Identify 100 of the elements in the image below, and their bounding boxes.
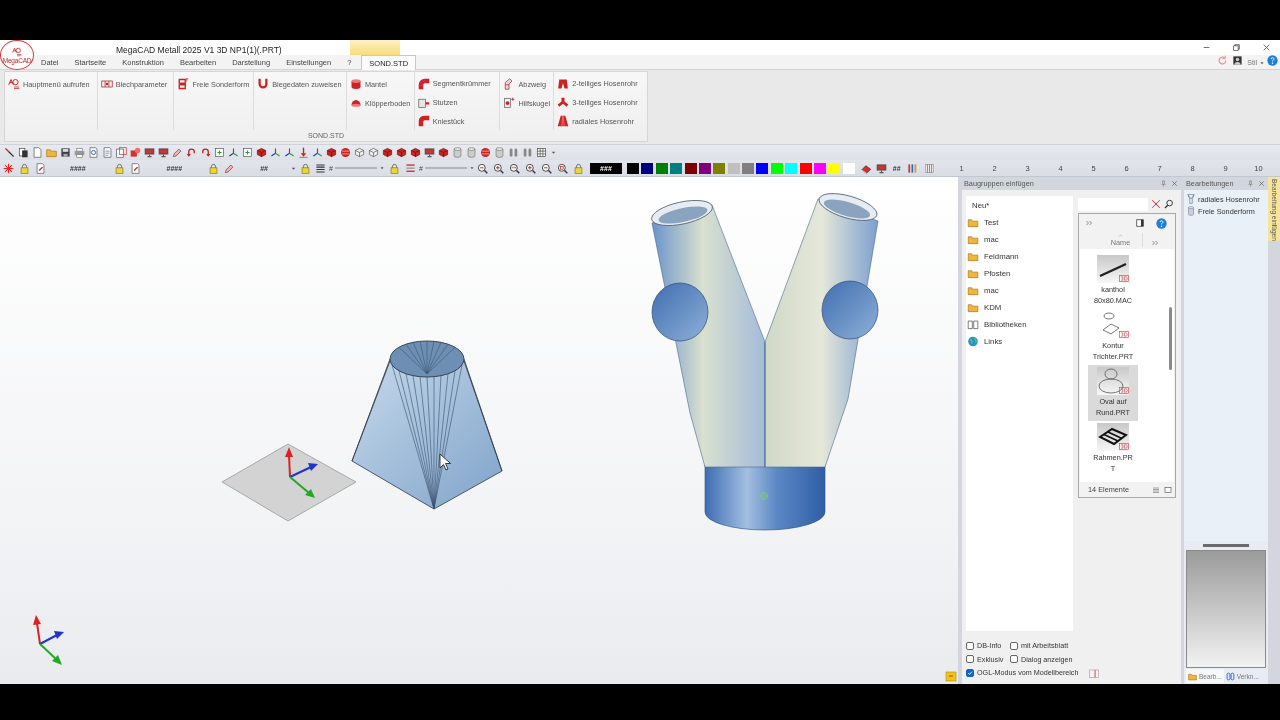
arrow-down-icon[interactable] <box>298 147 309 158</box>
pipe-stub-icon <box>417 96 430 109</box>
search-icon[interactable] <box>1164 199 1174 209</box>
color-swatch[interactable] <box>756 162 769 174</box>
wand-icon[interactable] <box>4 147 15 158</box>
side-panel-icon[interactable] <box>1136 219 1144 227</box>
frame-icon[interactable] <box>214 147 225 158</box>
color-swatch[interactable] <box>742 162 755 174</box>
undo-icon[interactable] <box>186 147 197 158</box>
close-icon[interactable] <box>1258 180 1265 187</box>
zoom-out-icon[interactable] <box>540 162 552 174</box>
solid-cube-icon[interactable] <box>256 147 267 158</box>
solid-cube-icon[interactable] <box>438 147 449 158</box>
zoom-fit-icon[interactable] <box>508 162 520 174</box>
scrollbar-thumb[interactable] <box>1168 307 1172 370</box>
zoom-in-icon[interactable] <box>524 162 536 174</box>
checkbox[interactable] <box>966 668 974 677</box>
color-swatch[interactable] <box>626 162 639 174</box>
solid-cube-icon[interactable] <box>396 147 407 158</box>
lock-icon[interactable] <box>113 162 125 174</box>
sphere-marker-icon <box>503 97 516 109</box>
line-weight-icon[interactable] <box>314 162 326 174</box>
monitor-icon[interactable] <box>158 147 169 158</box>
zoom-in-icon[interactable] <box>492 162 504 174</box>
checkbox[interactable] <box>966 655 974 664</box>
grid-icon[interactable] <box>536 147 547 158</box>
lock-icon[interactable] <box>208 162 220 174</box>
pin-icon[interactable] <box>1160 180 1167 187</box>
striped-tile-icon[interactable] <box>923 162 935 174</box>
help-icon[interactable] <box>1156 217 1167 229</box>
sphere-icon[interactable] <box>340 147 351 158</box>
help-icon[interactable] <box>1267 55 1278 66</box>
checkbox[interactable] <box>1010 655 1018 664</box>
list-view-icon[interactable] <box>1152 485 1160 494</box>
segmented-elbow-icon <box>417 77 430 90</box>
zoom-window-icon[interactable] <box>556 162 568 174</box>
burst-icon[interactable] <box>3 162 14 174</box>
ovals-thumbnail <box>1097 367 1129 395</box>
color-swatch[interactable] <box>713 162 726 174</box>
redo-icon[interactable] <box>200 147 211 158</box>
barrel-icon[interactable] <box>494 147 505 158</box>
color-swatch[interactable] <box>727 162 740 174</box>
color-swatch[interactable] <box>641 162 654 174</box>
solid-cube-icon[interactable] <box>410 147 421 158</box>
color-swatch[interactable] <box>655 162 668 174</box>
color-swatch[interactable] <box>828 162 841 174</box>
lock-icon[interactable] <box>19 162 30 174</box>
toolbox-icon[interactable] <box>1088 666 1101 679</box>
axes-icon[interactable] <box>284 147 295 158</box>
color-swatch[interactable] <box>698 162 711 174</box>
pin-icon[interactable] <box>1247 180 1254 187</box>
line-colors-icon[interactable] <box>404 162 416 174</box>
monitor-icon[interactable] <box>875 162 887 174</box>
color-bars-icon[interactable] <box>906 162 918 174</box>
checkbox[interactable] <box>966 641 974 650</box>
bracket-icon <box>177 78 190 90</box>
lock-icon[interactable] <box>572 162 584 174</box>
cube-icon[interactable] <box>354 147 365 158</box>
monitor-icon[interactable] <box>144 147 155 158</box>
clear-icon[interactable] <box>1151 199 1161 209</box>
bars-icon[interactable] <box>508 147 519 158</box>
caret-icon[interactable] <box>550 149 557 156</box>
pencil-icon[interactable] <box>172 147 183 158</box>
cube-icon[interactable] <box>368 147 379 158</box>
pencil-icon[interactable] <box>224 162 236 174</box>
color-swatch[interactable] <box>670 162 683 174</box>
close-icon[interactable] <box>1171 180 1178 187</box>
tile-view-icon[interactable] <box>1164 485 1172 494</box>
preview-icon[interactable] <box>88 147 99 158</box>
splitter-handle[interactable] <box>1203 544 1249 547</box>
view-page-icon[interactable] <box>102 147 113 158</box>
color-swatch[interactable] <box>770 162 783 174</box>
checkbox[interactable] <box>1010 641 1018 650</box>
solid-cube-icon[interactable] <box>382 147 393 158</box>
eraser-icon[interactable] <box>860 162 872 174</box>
color-swatch[interactable] <box>842 162 855 174</box>
shapes-icon[interactable] <box>130 147 141 158</box>
edit-page-icon[interactable] <box>35 162 46 174</box>
axes-icon[interactable] <box>228 147 239 158</box>
link-icon <box>1225 671 1235 681</box>
frame-icon[interactable] <box>242 147 253 158</box>
solid-cube-icon[interactable] <box>326 147 337 158</box>
barrel-icon[interactable] <box>466 147 477 158</box>
axes-icon[interactable] <box>270 147 281 158</box>
layers-page-icon[interactable] <box>116 147 127 158</box>
user-icon[interactable] <box>1232 55 1244 66</box>
zoom-out-icon[interactable] <box>476 162 488 174</box>
edit-page-icon[interactable] <box>129 162 141 174</box>
sphere-icon[interactable] <box>480 147 491 158</box>
lock-icon[interactable] <box>388 162 400 174</box>
sort-caret-icon <box>1117 233 1124 238</box>
bars-icon[interactable] <box>522 147 533 158</box>
file-type-icon <box>1119 331 1129 338</box>
monitor-icon[interactable] <box>424 147 435 158</box>
color-swatch[interactable] <box>799 162 812 174</box>
save-stack-icon[interactable] <box>18 147 29 158</box>
color-swatch[interactable] <box>814 162 827 174</box>
color-swatch[interactable] <box>785 162 798 174</box>
color-swatch[interactable] <box>684 162 697 174</box>
axes-icon[interactable] <box>312 147 323 158</box>
